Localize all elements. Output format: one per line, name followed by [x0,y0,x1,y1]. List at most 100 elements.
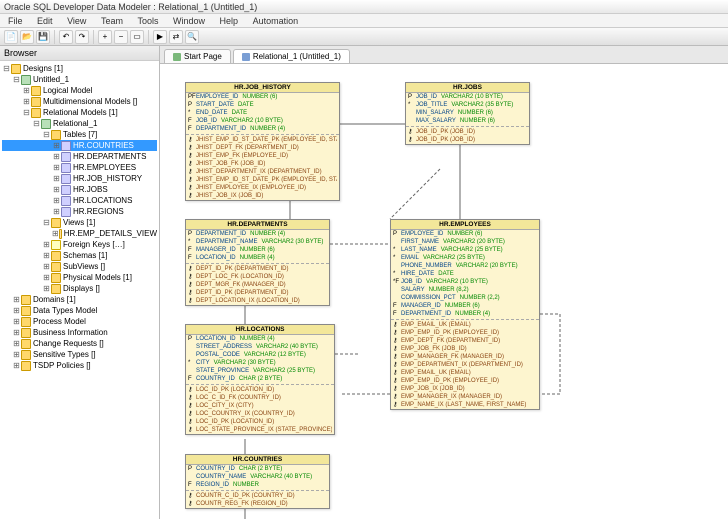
index-row: ⚷LOC_ID_PK (LOCATION_ID) [186,418,334,426]
index-row: ⚷JHIST_EMP_FK (EMPLOYEE_ID) [186,152,339,160]
entity-employees[interactable]: HR.EMPLOYEES PEMPLOYEE_IDNUMBER (6)FIRST… [390,219,540,410]
column-row: MAX_SALARYNUMBER (6) [406,117,529,125]
index-row: ⚷JHIST_DEPT_FK (DEPARTMENT_ID) [186,144,339,152]
tree-tsdp-policies[interactable]: ⊞TSDP Policies [] [2,360,157,371]
browser-header: Browser [0,46,159,61]
object-tree[interactable]: ⊟Designs [1] ⊟Untitled_1 ⊞Logical Model … [0,61,159,373]
column-row: STATE_PROVINCEVARCHAR2 (25 BYTE) [186,367,334,375]
menu-view[interactable]: View [61,14,92,28]
tool-search-icon[interactable]: 🔍 [185,30,199,44]
menu-tools[interactable]: Tools [131,14,164,28]
index-row: ⚷LOC_COUNTRY_IX (COUNTRY_ID) [186,410,334,418]
column-row: COUNTRY_NAMEVARCHAR2 (40 BYTE) [186,473,329,481]
index-row: ⚷EMP_MANAGER_FK (MANAGER_ID) [391,353,539,361]
column-row: FDEPARTMENT_IDNUMBER (4) [391,310,539,318]
index-row: ⚷JHIST_JOB_IX (JOB_ID) [186,192,339,200]
tree-foreign-keys[interactable]: ⊞Foreign Keys […] [2,239,157,250]
diagram-canvas[interactable]: HR.JOB_HISTORY PFEMPLOYEE_IDNUMBER (6)PS… [160,64,728,519]
entity-countries[interactable]: HR.COUNTRIES PCOUNTRY_IDCHAR (2 BYTE)COU… [185,454,330,509]
tool-redo-icon[interactable]: ↷ [75,30,89,44]
tree-multidim[interactable]: ⊞Multidimensional Models [] [2,96,157,107]
menu-edit[interactable]: Edit [31,14,59,28]
tool-ddl-icon[interactable]: ▶ [153,30,167,44]
toolbar: 📄 📂 💾 ↶ ↷ + − ▭ ▶ ⇄ 🔍 [0,28,728,46]
entity-locations[interactable]: HR.LOCATIONS PLOCATION_IDNUMBER (4)STREE… [185,324,335,435]
tree-subviews[interactable]: ⊞SubViews [] [2,261,157,272]
column-row: FCOUNTRY_IDCHAR (2 BYTE) [186,375,334,383]
diagram-icon [242,53,250,61]
home-icon [173,53,181,61]
tool-zoom-out-icon[interactable]: − [114,30,128,44]
column-row: FLOCATION_IDNUMBER (4) [186,254,329,262]
entity-departments[interactable]: HR.DEPARTMENTS PDEPARTMENT_IDNUMBER (4)*… [185,219,330,306]
tree-displays[interactable]: ⊞Displays [] [2,283,157,294]
menu-team[interactable]: Team [95,14,129,28]
tree-relational-models[interactable]: ⊟Relational Models [1] [2,107,157,118]
menu-automation[interactable]: Automation [247,14,305,28]
column-row: PJOB_IDVARCHAR2 (10 BYTE) [406,93,529,101]
column-row: MIN_SALARYNUMBER (6) [406,109,529,117]
tree-table-regions[interactable]: ⊞HR.REGIONS [2,206,157,217]
tree-logical-model[interactable]: ⊞Logical Model [2,85,157,96]
index-row: ⚷LOC_C_ID_FK (COUNTRY_ID) [186,394,334,402]
menu-file[interactable]: File [2,14,29,28]
tree-physical-models[interactable]: ⊞Physical Models [1] [2,272,157,283]
browser-panel: Browser ⊟Designs [1] ⊟Untitled_1 ⊞Logica… [0,46,160,519]
index-row: ⚷JOB_ID_PK (JOB_ID) [406,128,529,136]
column-row: STREET_ADDRESSVARCHAR2 (40 BYTE) [186,343,334,351]
index-row: ⚷EMP_JOB_IX (JOB_ID) [391,385,539,393]
tool-save-icon[interactable]: 💾 [36,30,50,44]
tree-domains[interactable]: ⊞Domains [1] [2,294,157,305]
entity-job-history[interactable]: HR.JOB_HISTORY PFEMPLOYEE_IDNUMBER (6)PS… [185,82,340,201]
index-row: ⚷JOB_ID_PK (JOB_ID) [406,136,529,144]
column-row: PHONE_NUMBERVARCHAR2 (20 BYTE) [391,262,539,270]
index-row: ⚷DEPT_ID_PK (DEPARTMENT_ID) [186,265,329,273]
menu-help[interactable]: Help [214,14,245,28]
column-row: PLOCATION_IDNUMBER (4) [186,335,334,343]
column-row: PDEPARTMENT_IDNUMBER (4) [186,230,329,238]
tool-undo-icon[interactable]: ↶ [59,30,73,44]
index-row: ⚷LOC_STATE_PROVINCE_IX (STATE_PROVINCE) [186,426,334,434]
tree-table-locations[interactable]: ⊞HR.LOCATIONS [2,195,157,206]
tree-data-types[interactable]: ⊞Data Types Model [2,305,157,316]
tree-process-model[interactable]: ⊞Process Model [2,316,157,327]
column-row: FMANAGER_IDNUMBER (6) [391,302,539,310]
tree-table-jobs[interactable]: ⊞HR.JOBS [2,184,157,195]
column-row: *JOB_TITLEVARCHAR2 (35 BYTE) [406,101,529,109]
tool-fit-icon[interactable]: ▭ [130,30,144,44]
tree-table-job-history[interactable]: ⊞HR.JOB_HISTORY [2,173,157,184]
tool-new-icon[interactable]: 📄 [4,30,18,44]
tree-change-requests[interactable]: ⊞Change Requests [] [2,338,157,349]
tree-designs[interactable]: ⊟Designs [1] [2,63,157,74]
index-row: ⚷LOC_ID_PK (LOCATION_ID) [186,386,334,394]
entity-columns: PEMPLOYEE_IDNUMBER (6)FIRST_NAMEVARCHAR2… [391,230,539,409]
entity-jobs[interactable]: HR.JOBS PJOB_IDVARCHAR2 (10 BYTE)*JOB_TI… [405,82,530,145]
tree-business-info[interactable]: ⊞Business Information [2,327,157,338]
index-row: ⚷EMP_DEPARTMENT_IX (DEPARTMENT_ID) [391,361,539,369]
tree-table-countries[interactable]: ⊞HR.COUNTRIES [2,140,157,151]
tree-tables[interactable]: ⊟Tables [7] [2,129,157,140]
tree-schemas[interactable]: ⊞Schemas [1] [2,250,157,261]
index-row: ⚷EMP_NAME_IX (LAST_NAME, FIRST_NAME) [391,401,539,409]
tab-relational-1[interactable]: Relational_1 (Untitled_1) [233,49,350,63]
tool-zoom-in-icon[interactable]: + [98,30,112,44]
column-row: FMANAGER_IDNUMBER (6) [186,246,329,254]
index-row: ⚷JHIST_EMPLOYEE_IX (EMPLOYEE_ID) [186,184,339,192]
tree-table-departments[interactable]: ⊞HR.DEPARTMENTS [2,151,157,162]
tree-views[interactable]: ⊟Views [1] [2,217,157,228]
tree-view-emp-details[interactable]: ⊞HR.EMP_DETAILS_VIEW [2,228,157,239]
tree-design-untitled[interactable]: ⊟Untitled_1 [2,74,157,85]
tab-start-page[interactable]: Start Page [164,49,231,63]
tree-sensitive-types[interactable]: ⊞Sensitive Types [] [2,349,157,360]
column-row: *LAST_NAMEVARCHAR2 (25 BYTE) [391,246,539,254]
tool-compare-icon[interactable]: ⇄ [169,30,183,44]
tree-table-employees[interactable]: ⊞HR.EMPLOYEES [2,162,157,173]
column-row: PEMPLOYEE_IDNUMBER (6) [391,230,539,238]
entity-columns: PLOCATION_IDNUMBER (4)STREET_ADDRESSVARC… [186,335,334,434]
index-row: ⚷EMP_JOB_FK (JOB_ID) [391,345,539,353]
tree-relational-1[interactable]: ⊟Relational_1 [2,118,157,129]
tool-open-icon[interactable]: 📂 [20,30,34,44]
index-row: ⚷JHIST_JOB_FK (JOB_ID) [186,160,339,168]
index-row: ⚷DEPT_ID_PK (DEPARTMENT_ID) [186,289,329,297]
menu-window[interactable]: Window [167,14,211,28]
